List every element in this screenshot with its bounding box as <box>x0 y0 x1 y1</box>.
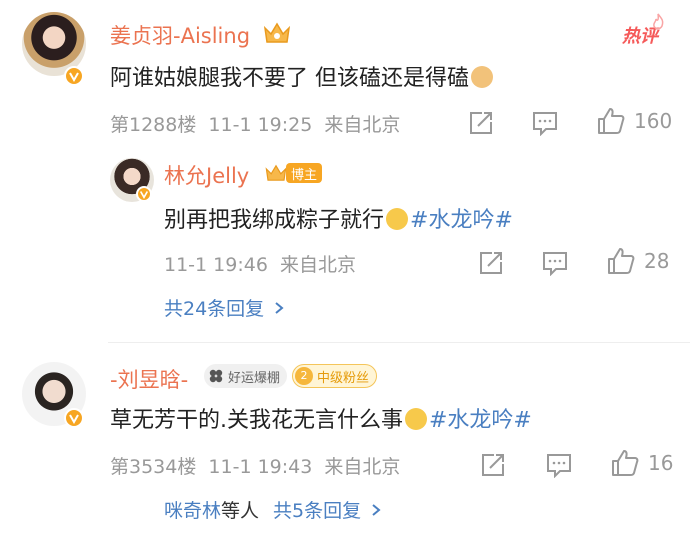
comment-button[interactable] <box>546 452 572 478</box>
more-replies-link[interactable]: 咪奇林 等人 共5条回复 <box>164 496 383 523</box>
share-button[interactable] <box>468 110 494 136</box>
share-button[interactable] <box>478 250 504 276</box>
topic-link[interactable]: #水龙吟# <box>429 408 532 433</box>
like-count: 160 <box>634 109 673 133</box>
thumbs-up-icon <box>612 450 639 476</box>
verified-icon <box>64 408 84 428</box>
like-button[interactable]: 16 <box>610 448 673 478</box>
comment-button[interactable] <box>542 250 568 276</box>
username[interactable]: 姜贞羽-Aisling <box>110 20 250 50</box>
verified-icon <box>136 186 152 202</box>
reply-text: 别再把我绑成粽子就行 #水龙吟# <box>164 208 513 233</box>
reply-meta: 11-1 19:46 来自北京 <box>164 254 356 276</box>
comment-icon <box>543 252 567 276</box>
blogger-badge: 博主 <box>286 163 323 183</box>
comment-text: 阿谁姑娘腿我不要了 但该磕还是得磕 <box>110 60 495 92</box>
like-button[interactable]: 160 <box>596 106 672 136</box>
comment-icon <box>533 112 557 136</box>
share-button[interactable] <box>480 452 506 478</box>
shushing-face-emoji-icon <box>405 408 427 430</box>
topic-link[interactable]: #水龙吟# <box>410 208 513 233</box>
comment-icon <box>547 454 571 478</box>
share-icon <box>482 454 504 476</box>
chevron-right-icon <box>372 503 381 516</box>
comment-button[interactable] <box>532 110 558 136</box>
cat-emoji-icon <box>471 66 493 88</box>
comment-meta: 第1288楼 11-1 19:25 来自北京 <box>110 114 401 136</box>
like-count: 28 <box>644 249 670 273</box>
comment-text: 草无芳干的.关我花无言什么事 #水龙吟# <box>110 408 532 433</box>
thumbs-up-icon <box>608 248 635 274</box>
more-replies-link[interactable]: 共24条回复 <box>164 294 286 321</box>
crown-icon <box>262 20 292 46</box>
hot-flame-icon <box>648 12 668 32</box>
pleading-face-emoji-icon <box>386 208 409 230</box>
verified-icon <box>64 66 84 86</box>
share-icon <box>470 112 492 134</box>
username[interactable]: -刘昱晗- <box>110 364 188 394</box>
like-count: 16 <box>648 451 674 475</box>
fan-level-badge: 2 中级粉丝 <box>292 364 378 388</box>
crown-icon <box>264 162 288 184</box>
share-icon <box>480 252 502 274</box>
like-button[interactable]: 28 <box>606 246 669 276</box>
divider <box>108 342 690 343</box>
clover-icon <box>209 369 223 383</box>
thumbs-up-icon <box>598 108 625 134</box>
lucky-badge: 好运爆棚 <box>204 364 288 388</box>
comment-meta: 第3534楼 11-1 19:43 来自北京 <box>110 456 401 478</box>
reply-username[interactable]: 林允Jelly <box>164 160 249 190</box>
chevron-right-icon <box>275 301 284 314</box>
